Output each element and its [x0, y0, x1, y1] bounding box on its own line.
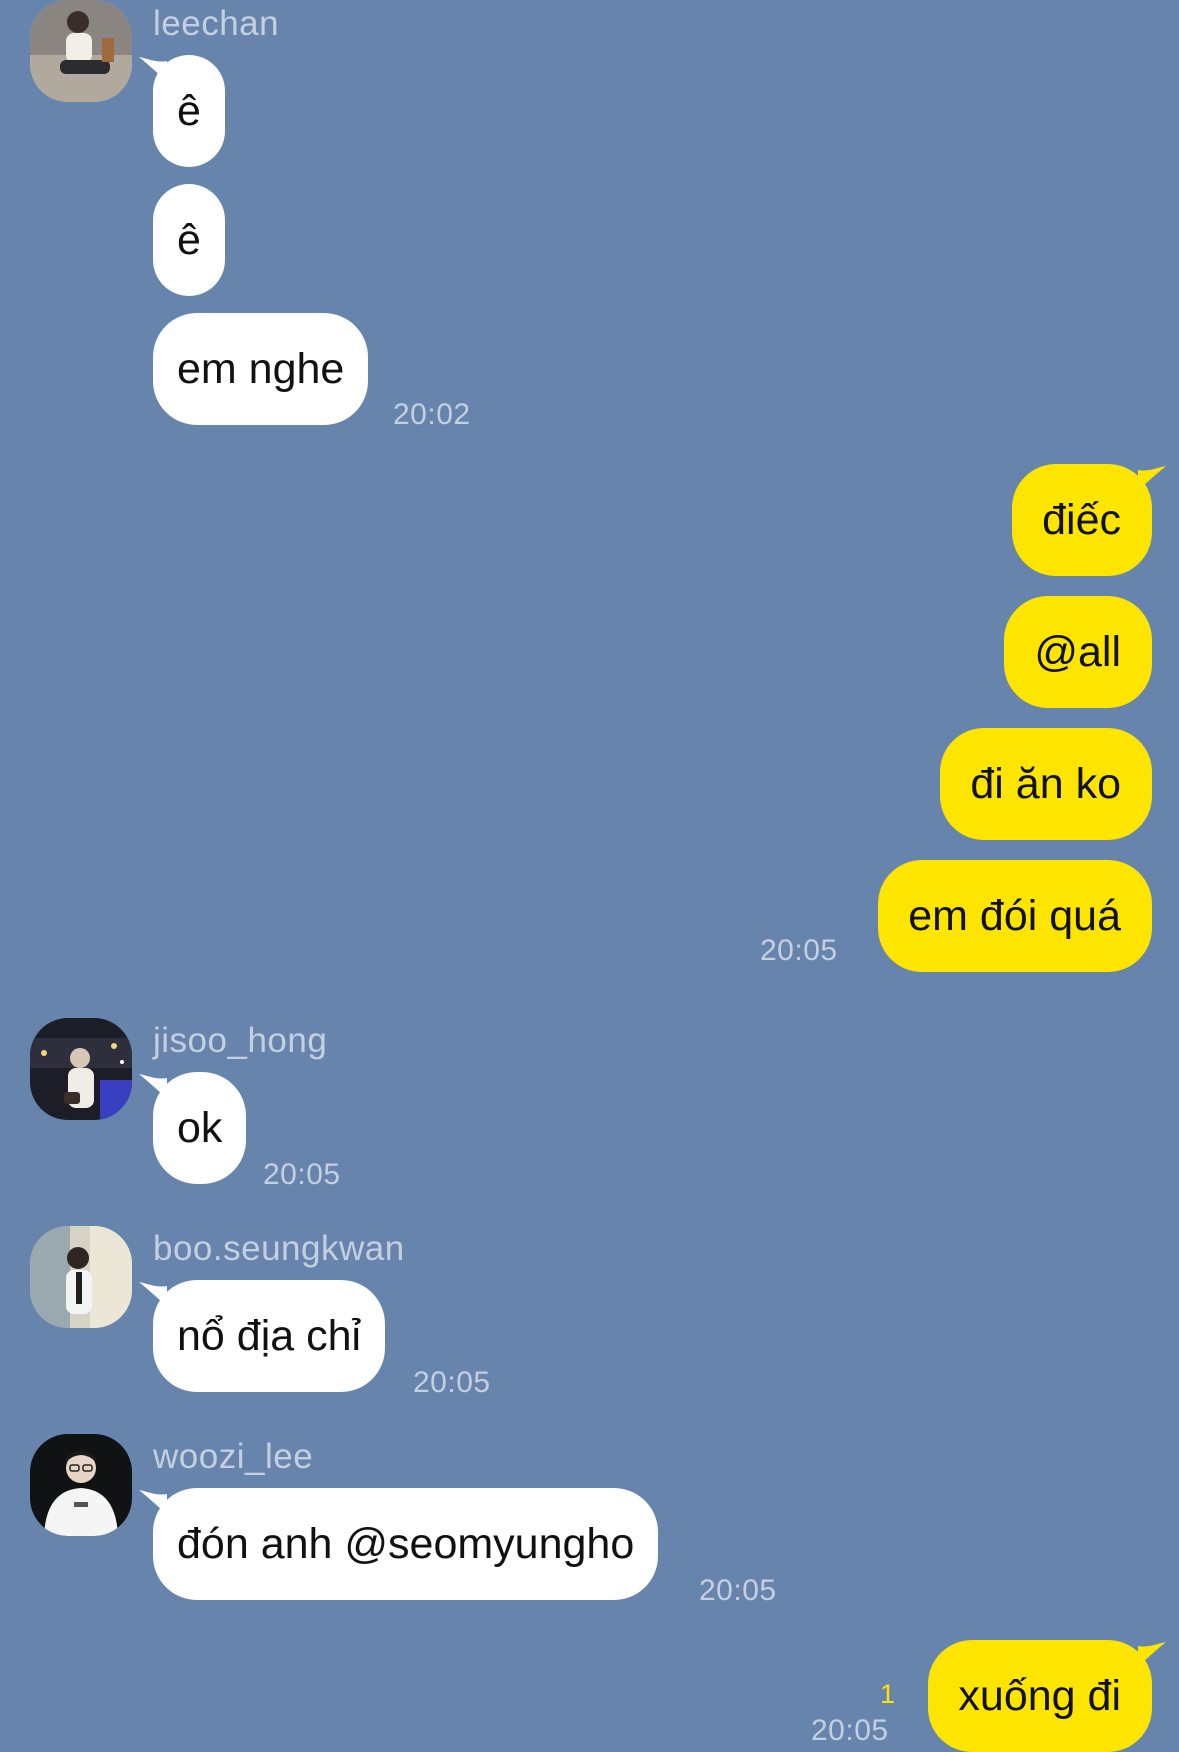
sender-name: woozi_lee: [153, 1437, 314, 1476]
message-bubble[interactable]: nổ địa chỉ: [139, 1280, 386, 1392]
profile-photo-icon: [30, 0, 132, 102]
message-text: điếc: [1042, 496, 1121, 544]
message-text: @all: [1034, 628, 1121, 676]
message-time: 20:05: [811, 1714, 889, 1747]
bubble-tail: [1138, 466, 1166, 490]
bubble-tail: [139, 1282, 167, 1306]
avatar-jisoo-hong[interactable]: [30, 1018, 132, 1120]
sender-name: boo.seungkwan: [153, 1229, 405, 1268]
bubble-tail: [139, 1074, 167, 1098]
message-bubble[interactable]: đón anh @seomyungho: [139, 1488, 659, 1600]
message-text: em đói quá: [908, 892, 1121, 940]
message-text: nổ địa chỉ: [177, 1312, 362, 1360]
message-text: đi ăn ko: [970, 760, 1121, 808]
message-bubble[interactable]: em nghe: [153, 313, 369, 425]
message-bubble[interactable]: ok: [139, 1072, 247, 1184]
bubble-tail: [139, 57, 167, 81]
message-bubble[interactable]: xuống đi: [928, 1640, 1166, 1752]
sender-name: jisoo_hong: [153, 1021, 328, 1060]
message-bubble[interactable]: điếc: [1012, 464, 1166, 576]
message-time: 20:05: [413, 1366, 491, 1399]
profile-photo-icon: [30, 1226, 132, 1328]
bubble-tail: [1138, 1642, 1166, 1666]
message-text: đón anh @seomyungho: [177, 1520, 635, 1568]
message-bubble[interactable]: em đói quá: [878, 860, 1152, 972]
profile-photo-icon: [30, 1018, 132, 1120]
message-bubble[interactable]: ê: [139, 55, 225, 167]
message-text: ê: [177, 216, 201, 264]
unread-count: 1: [880, 1679, 896, 1709]
message-text: em nghe: [177, 345, 345, 393]
message-bubble[interactable]: ê: [153, 184, 225, 296]
bubble-tail: [139, 1490, 167, 1514]
message-text: ok: [177, 1104, 223, 1152]
avatar-woozi-lee[interactable]: [30, 1434, 132, 1536]
message-time: 20:05: [699, 1574, 777, 1607]
message-time: 20:02: [393, 398, 471, 431]
message-bubble[interactable]: @all: [1004, 596, 1152, 708]
sender-name: leechan: [153, 4, 280, 43]
message-text: xuống đi: [958, 1672, 1121, 1720]
message-bubble[interactable]: đi ăn ko: [940, 728, 1152, 840]
avatar-leechan[interactable]: [30, 0, 132, 102]
message-time: 20:05: [263, 1158, 341, 1191]
profile-photo-icon: [30, 1434, 132, 1536]
message-text: ê: [177, 87, 201, 135]
message-time: 20:05: [760, 934, 838, 967]
avatar-boo-seungkwan[interactable]: [30, 1226, 132, 1328]
